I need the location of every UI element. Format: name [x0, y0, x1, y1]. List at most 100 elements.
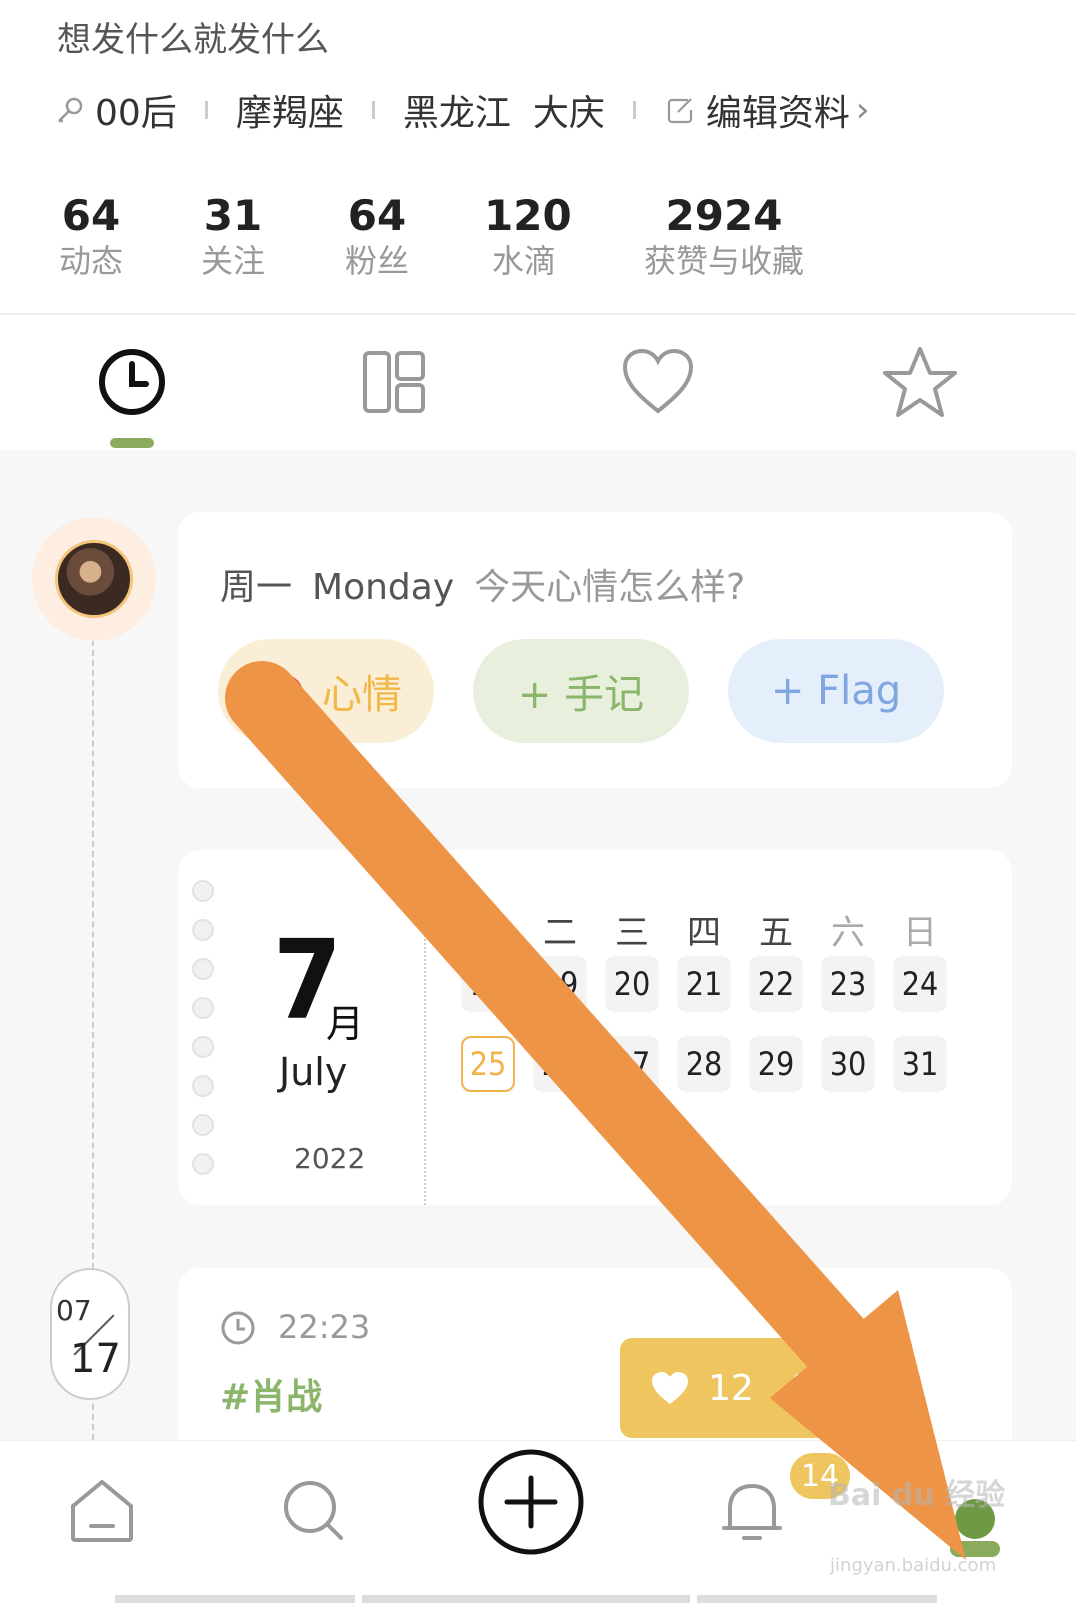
- profile-tabs: [0, 330, 1076, 450]
- post-card[interactable]: 22:23 #肖战 12: [178, 1268, 1012, 1478]
- post-tag[interactable]: #肖战: [220, 1368, 322, 1420]
- stat-posts[interactable]: 64 动态: [56, 192, 126, 282]
- stat-number: 120: [484, 191, 572, 240]
- edit-profile-link[interactable]: 编辑资料: [706, 84, 850, 136]
- stat-following[interactable]: 31 关注: [198, 192, 268, 282]
- tab-likes[interactable]: [618, 342, 698, 422]
- watermark-logo: Bai du 经验: [828, 1478, 1006, 1513]
- plus-circle-icon: [478, 1449, 584, 1555]
- stat-number: 31: [203, 191, 263, 240]
- chevron-right-icon[interactable]: ›: [856, 90, 870, 130]
- add-note-button[interactable]: + 手记: [473, 639, 689, 743]
- stat-likes-saves[interactable]: 2924 获赞与收藏: [634, 192, 814, 282]
- post-date-marker: 07 17: [50, 1268, 130, 1400]
- like-notification-bubble[interactable]: 12: [620, 1338, 890, 1438]
- divider: [204, 101, 208, 119]
- grid-icon: [363, 351, 425, 413]
- nav-home[interactable]: [54, 1463, 150, 1559]
- binder-holes: [192, 880, 214, 1192]
- avatar[interactable]: [55, 540, 133, 618]
- stat-label: 动态: [58, 242, 123, 280]
- tab-grid[interactable]: [354, 342, 434, 422]
- bell-icon: [722, 1484, 782, 1540]
- binder-hole: [192, 1114, 214, 1136]
- post-date-day: 17: [70, 1336, 121, 1382]
- stat-label: 水滴: [491, 242, 556, 280]
- binder-hole: [192, 1153, 214, 1175]
- calendar-day[interactable]: 26: [533, 1036, 587, 1092]
- tab-timeline[interactable]: [92, 342, 172, 422]
- calendar-card: 7 月 July 2022 一 二 三 四 五 六 日 18 19 20 21 …: [178, 850, 1012, 1205]
- nav-notifications[interactable]: [704, 1463, 800, 1559]
- stat-number: 64: [61, 191, 121, 240]
- profile-bio: 想发什么就发什么: [57, 20, 329, 60]
- clock-icon: [99, 349, 165, 415]
- calendar-day[interactable]: 30: [821, 1036, 875, 1092]
- section-divider: [0, 313, 1076, 315]
- calendar-day[interactable]: 22: [749, 956, 803, 1012]
- calendar-day[interactable]: 21: [677, 956, 731, 1012]
- stat-label: 关注: [200, 242, 265, 280]
- weekday-header: 五: [759, 913, 793, 953]
- post-time: 22:23: [278, 1308, 371, 1346]
- watermark-url: jingyan.baidu.com: [830, 1555, 997, 1576]
- home-indicator: [362, 1595, 690, 1603]
- weekday-header: 日: [903, 913, 937, 953]
- year: 2022: [294, 1142, 366, 1175]
- edit-icon[interactable]: [664, 94, 696, 126]
- search-icon: [284, 1481, 343, 1540]
- heart-icon: [622, 348, 694, 414]
- person-icon: [786, 1373, 815, 1404]
- binder-hole: [192, 1036, 214, 1058]
- mood-label: 心情: [322, 672, 402, 718]
- weekday-header: 六: [831, 913, 865, 953]
- weekday-header: 四: [687, 913, 721, 953]
- month-name: July: [279, 1050, 348, 1094]
- location-city: 大庆: [532, 93, 605, 134]
- location-province: 黑龙江: [402, 93, 511, 134]
- calendar-day[interactable]: 28: [677, 1036, 731, 1092]
- mood-question: 周一 Monday 今天心情怎么样?: [220, 558, 745, 610]
- profile-header: 想发什么就发什么 00后 摩羯座 黑龙江 大庆 编辑资料 › 64 动态 31 …: [0, 0, 1076, 450]
- mood-face-icon: [255, 673, 303, 713]
- mood-button[interactable]: 心情: [218, 639, 434, 743]
- nav-create-button[interactable]: [476, 1447, 586, 1557]
- note-label: + 手记: [517, 672, 645, 718]
- calendar-day[interactable]: 24: [893, 956, 947, 1012]
- bottom-navigation: 14: [0, 1440, 1076, 1604]
- calendar-day-today[interactable]: 25: [461, 1036, 515, 1092]
- stat-followers[interactable]: 64 粉丝: [342, 192, 412, 282]
- zodiac-tag: 摩羯座: [235, 93, 344, 134]
- mood-card: 周一 Monday 今天心情怎么样? 心情 + 手记 + Flag: [178, 512, 1012, 788]
- weekday-header: 三: [615, 913, 649, 953]
- calendar-day[interactable]: 20: [605, 956, 659, 1012]
- star-icon: [883, 347, 957, 417]
- calendar-day[interactable]: 27: [605, 1036, 659, 1092]
- active-tab-indicator: [110, 438, 154, 448]
- calendar-day[interactable]: 18: [461, 956, 515, 1012]
- home-indicator: [115, 1595, 355, 1603]
- profile-info-row: 00后 摩羯座 黑龙江 大庆 编辑资料 ›: [55, 88, 870, 134]
- weekday-header: 一: [471, 913, 505, 953]
- binder-hole: [192, 1075, 214, 1097]
- calendar-day[interactable]: 19: [533, 956, 587, 1012]
- calendar-day[interactable]: 29: [749, 1036, 803, 1092]
- calendar-day[interactable]: 23: [821, 956, 875, 1012]
- binder-hole: [192, 880, 214, 902]
- calendar-divider: [424, 850, 426, 1205]
- profile-stats: 64 动态 31 关注 64 粉丝 120 水滴 2924 获赞与收藏: [0, 192, 1076, 292]
- tab-favorites[interactable]: [880, 342, 960, 422]
- weekday-en: Monday: [312, 567, 455, 608]
- avatar-container[interactable]: [32, 517, 156, 641]
- age-tag: 00后: [95, 93, 177, 134]
- binder-hole: [192, 997, 214, 1019]
- add-flag-button[interactable]: + Flag: [728, 639, 944, 743]
- stat-drops[interactable]: 120 水滴: [484, 191, 572, 282]
- stat-label: 粉丝: [344, 242, 409, 280]
- post-date-month: 07: [56, 1294, 92, 1327]
- nav-search[interactable]: [266, 1463, 362, 1559]
- mood-prompt: 今天心情怎么样?: [474, 567, 746, 608]
- calendar-day[interactable]: 31: [893, 1036, 947, 1092]
- like-count: 12: [708, 1367, 754, 1409]
- flag-label: + Flag: [770, 668, 902, 714]
